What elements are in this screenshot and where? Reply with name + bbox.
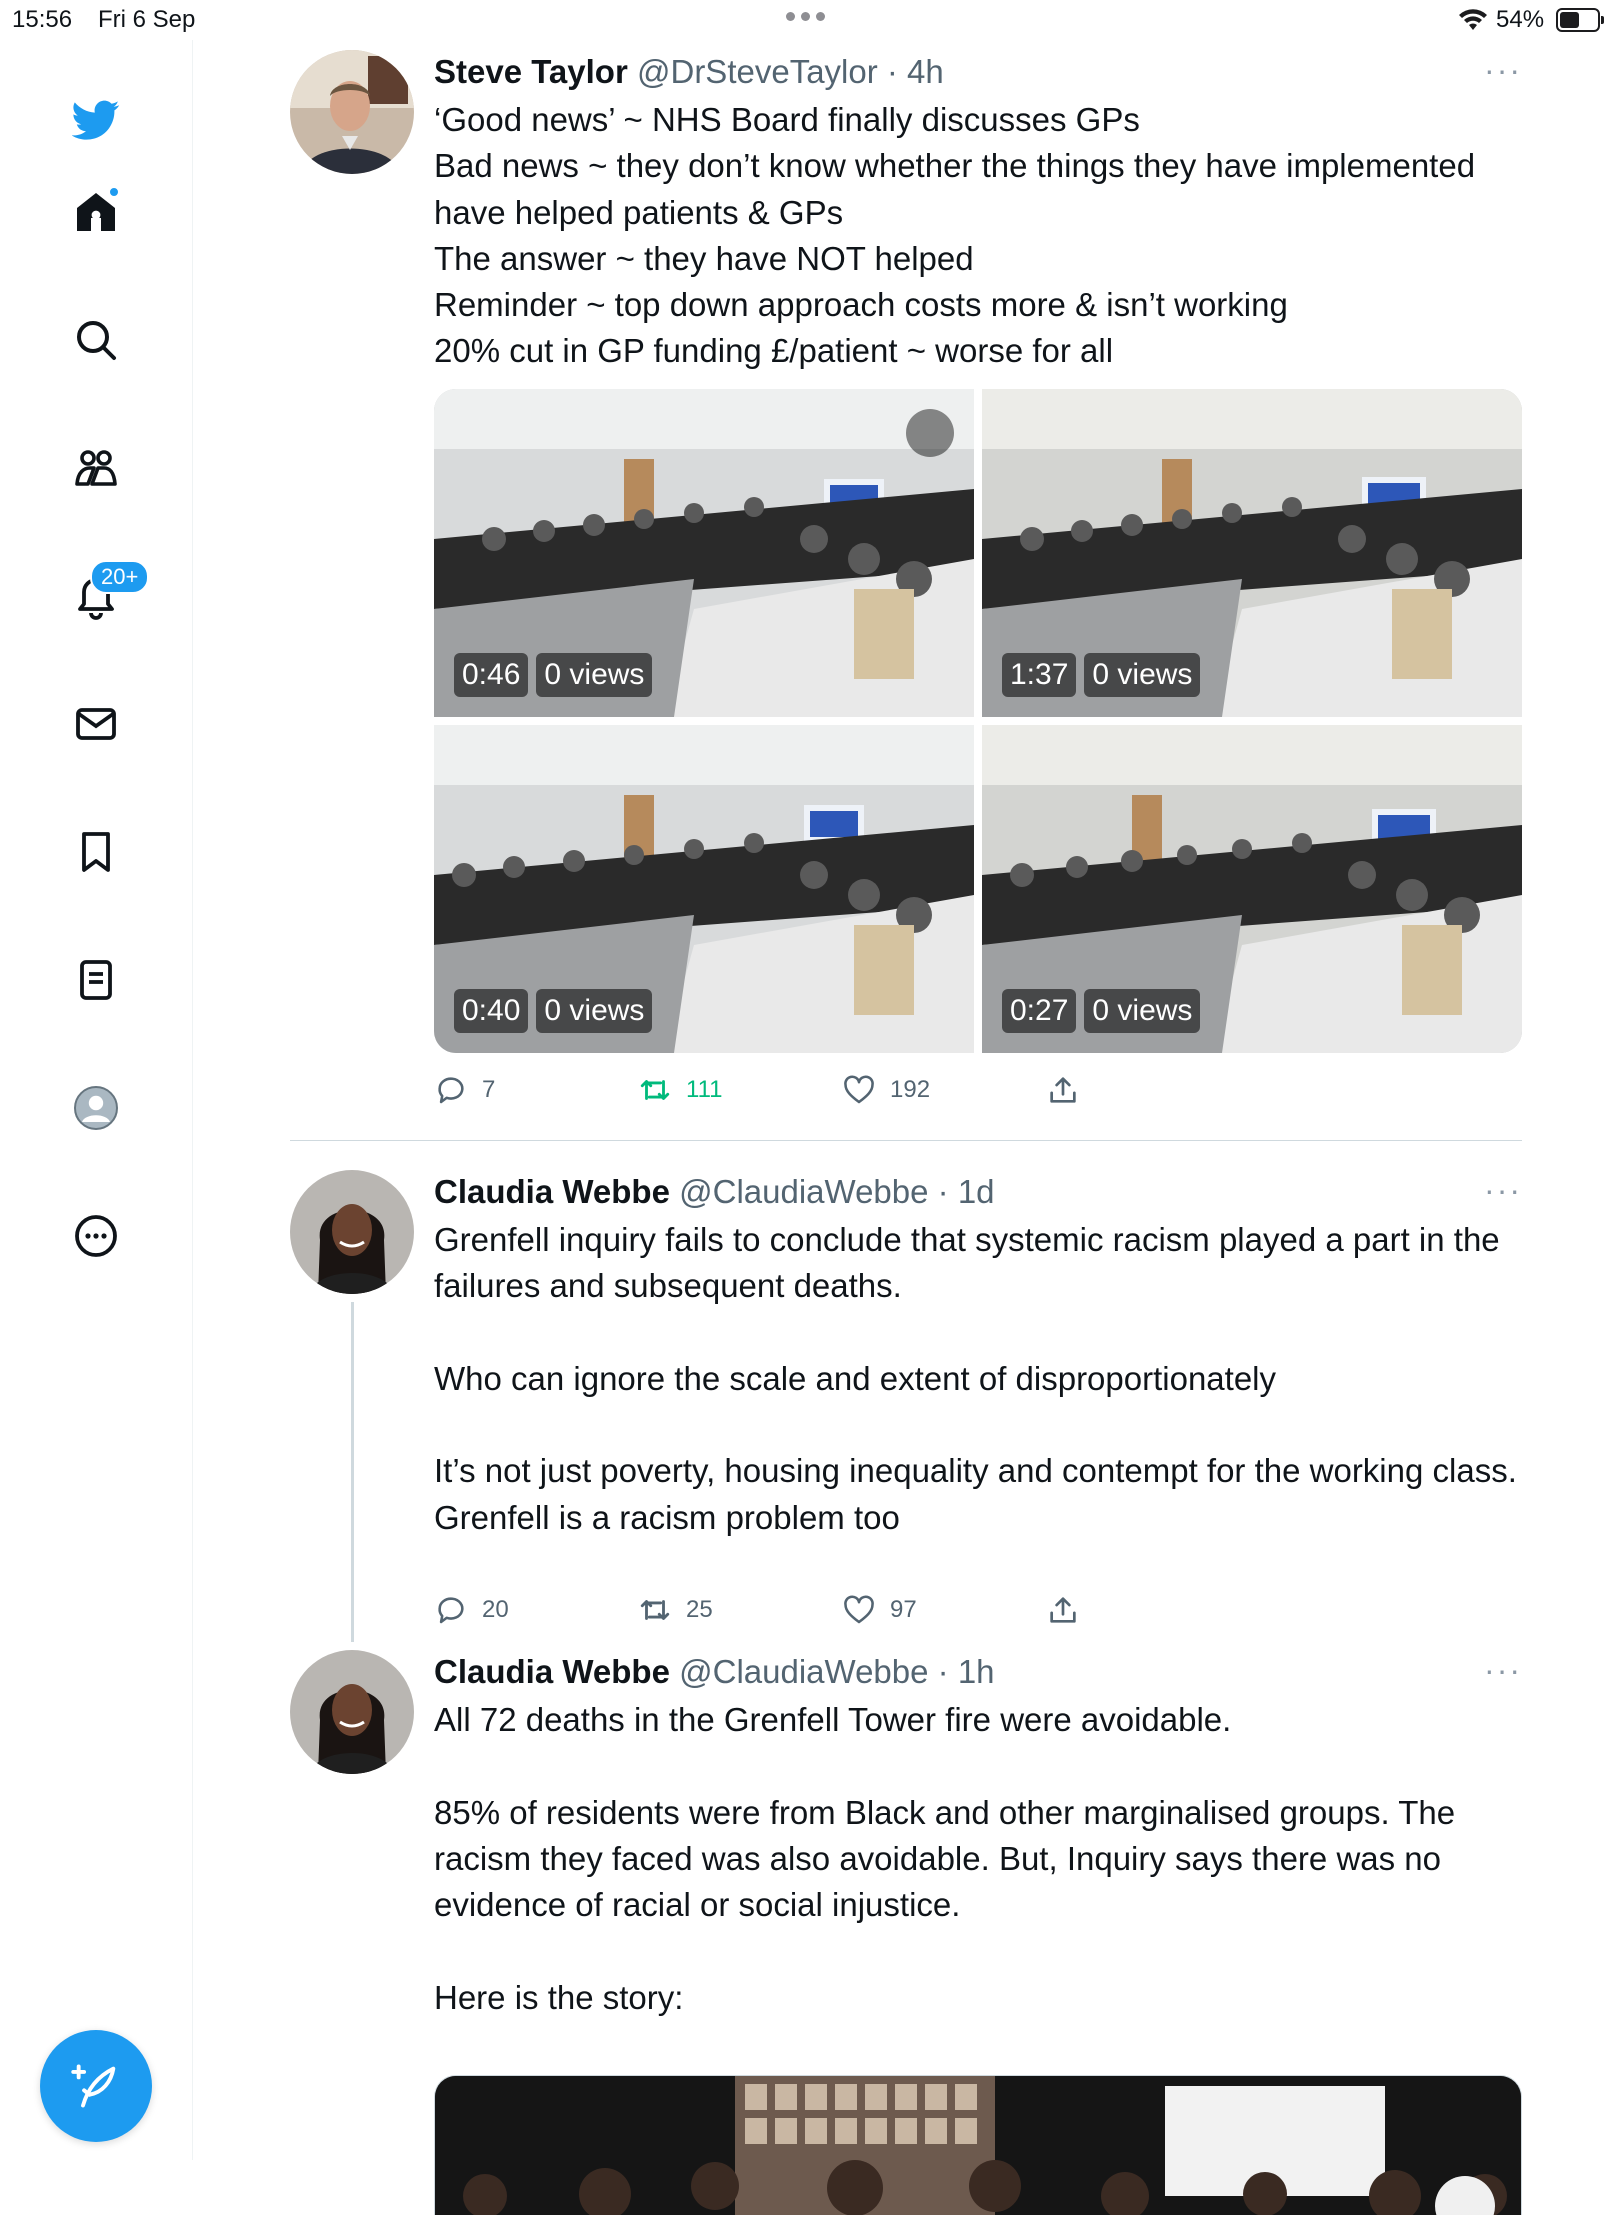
tweet-text: All 72 deaths in the Grenfell Tower fire… — [434, 1701, 1456, 2016]
tweet-actions: 7 111 192 — [434, 1070, 1522, 1110]
video-views: 0 views — [1084, 653, 1201, 697]
retweet-icon — [640, 1080, 670, 1100]
multitasking-dots[interactable] — [786, 12, 825, 21]
thread-line — [351, 1302, 354, 1642]
video-views: 0 views — [1084, 989, 1201, 1033]
wifi-icon — [1459, 9, 1487, 30]
reply-button[interactable]: 20 — [434, 1590, 509, 1630]
author-name[interactable]: Steve Taylor — [434, 53, 628, 90]
tweet-time[interactable]: · 1d — [938, 1173, 995, 1210]
author-handle[interactable]: @ClaudiaWebbe — [679, 1173, 928, 1210]
bookmark-icon[interactable] — [66, 822, 126, 882]
video-thumbnail[interactable]: 0:46 0 views — [434, 389, 974, 717]
lists-icon[interactable] — [66, 950, 126, 1010]
like-button[interactable]: 192 — [842, 1070, 930, 1110]
like-button[interactable]: 97 — [842, 1590, 917, 1630]
tweet-more-button[interactable]: ··· — [1484, 1650, 1522, 1690]
battery-percent: 54% — [1496, 6, 1545, 33]
retweet-icon — [640, 1600, 670, 1620]
search-icon[interactable] — [66, 310, 126, 370]
communities-icon[interactable] — [66, 438, 126, 498]
video-duration: 0:27 — [1002, 989, 1077, 1033]
video-thumbnail[interactable]: 1:37 0 views — [982, 389, 1522, 717]
retweet-count: 25 — [686, 1596, 713, 1623]
avatar[interactable] — [290, 50, 414, 174]
home-icon[interactable] — [66, 182, 126, 242]
reply-icon — [438, 1597, 464, 1624]
video-views: 0 views — [536, 989, 653, 1033]
reply-icon — [438, 1077, 464, 1104]
video-duration: 0:40 — [454, 989, 529, 1033]
tweet-divider — [290, 1140, 1522, 1141]
home-unread-dot — [108, 186, 120, 198]
like-count: 192 — [890, 1076, 931, 1103]
retweet-button[interactable]: 25 — [638, 1590, 713, 1630]
video-thumbnail[interactable]: 0:27 0 views — [982, 725, 1522, 1053]
author-name[interactable]: Claudia Webbe — [434, 1653, 670, 1690]
more-options-circle-icon[interactable] — [66, 1206, 126, 1266]
status-date: Fri 6 Sep — [98, 6, 196, 33]
compose-feather-icon — [71, 2064, 116, 2108]
notifications-badge: 20+ — [90, 560, 150, 594]
grenfell-press-photo — [435, 2076, 1521, 2215]
video-duration: 0:46 — [454, 653, 529, 697]
share-button[interactable] — [1046, 1590, 1080, 1630]
profile-avatar-icon[interactable] — [66, 1078, 126, 1138]
share-icon — [1050, 1077, 1076, 1103]
link-preview-card[interactable] — [434, 2075, 1522, 2215]
retweet-count: 111 — [686, 1076, 723, 1103]
like-count: 97 — [890, 1596, 917, 1623]
sidebar: 20+ — [0, 40, 193, 2160]
tweet-header: Claudia Webbe @ClaudiaWebbe · 1d — [434, 1170, 1522, 1214]
tweet-time[interactable]: · 4h — [887, 53, 944, 90]
avatar[interactable] — [290, 1650, 414, 1774]
compose-tweet-button[interactable] — [40, 2030, 152, 2142]
media-grid: 0:46 0 views 1:37 0 views 0:40 0 views 0… — [434, 389, 1522, 1053]
author-handle[interactable]: @DrSteveTaylor — [637, 53, 878, 90]
author-name[interactable]: Claudia Webbe — [434, 1173, 670, 1210]
status-bar: 15:56 Fri 6 Sep 54% — [0, 0, 1620, 40]
reply-count: 7 — [482, 1076, 496, 1103]
tweet-text: ‘Good news’ ~ NHS Board finally discusse… — [434, 101, 1476, 370]
twitter-logo-icon[interactable] — [66, 90, 126, 150]
tweet-more-button[interactable]: ··· — [1484, 1170, 1522, 1210]
tweet-header: Steve Taylor @DrSteveTaylor · 4h — [434, 50, 1522, 94]
captions-icon[interactable] — [906, 409, 954, 457]
tweet-actions: 20 25 97 — [434, 1590, 1522, 1630]
reply-count: 20 — [482, 1596, 509, 1623]
share-button[interactable] — [1046, 1070, 1080, 1110]
messages-envelope-icon[interactable] — [66, 694, 126, 754]
reply-button[interactable]: 7 — [434, 1070, 495, 1110]
author-handle[interactable]: @ClaudiaWebbe — [679, 1653, 928, 1690]
tweet-time[interactable]: · 1h — [938, 1653, 995, 1690]
share-icon — [1050, 1597, 1076, 1623]
avatar[interactable] — [290, 1170, 414, 1294]
tweet-header: Claudia Webbe @ClaudiaWebbe · 1h — [434, 1650, 1522, 1694]
video-thumbnail[interactable]: 0:40 0 views — [434, 725, 974, 1053]
status-time: 15:56 — [12, 6, 73, 33]
battery-icon — [1556, 8, 1604, 32]
video-duration: 1:37 — [1002, 653, 1077, 697]
notifications-bell-icon[interactable]: 20+ — [66, 560, 150, 626]
heart-icon — [844, 1075, 874, 1104]
tweet-text: Grenfell inquiry fails to conclude that … — [434, 1221, 1517, 1536]
video-views: 0 views — [536, 653, 653, 697]
tweet-more-button[interactable]: ··· — [1484, 50, 1522, 90]
heart-icon — [844, 1595, 874, 1624]
retweet-button[interactable]: 111 — [638, 1070, 722, 1110]
